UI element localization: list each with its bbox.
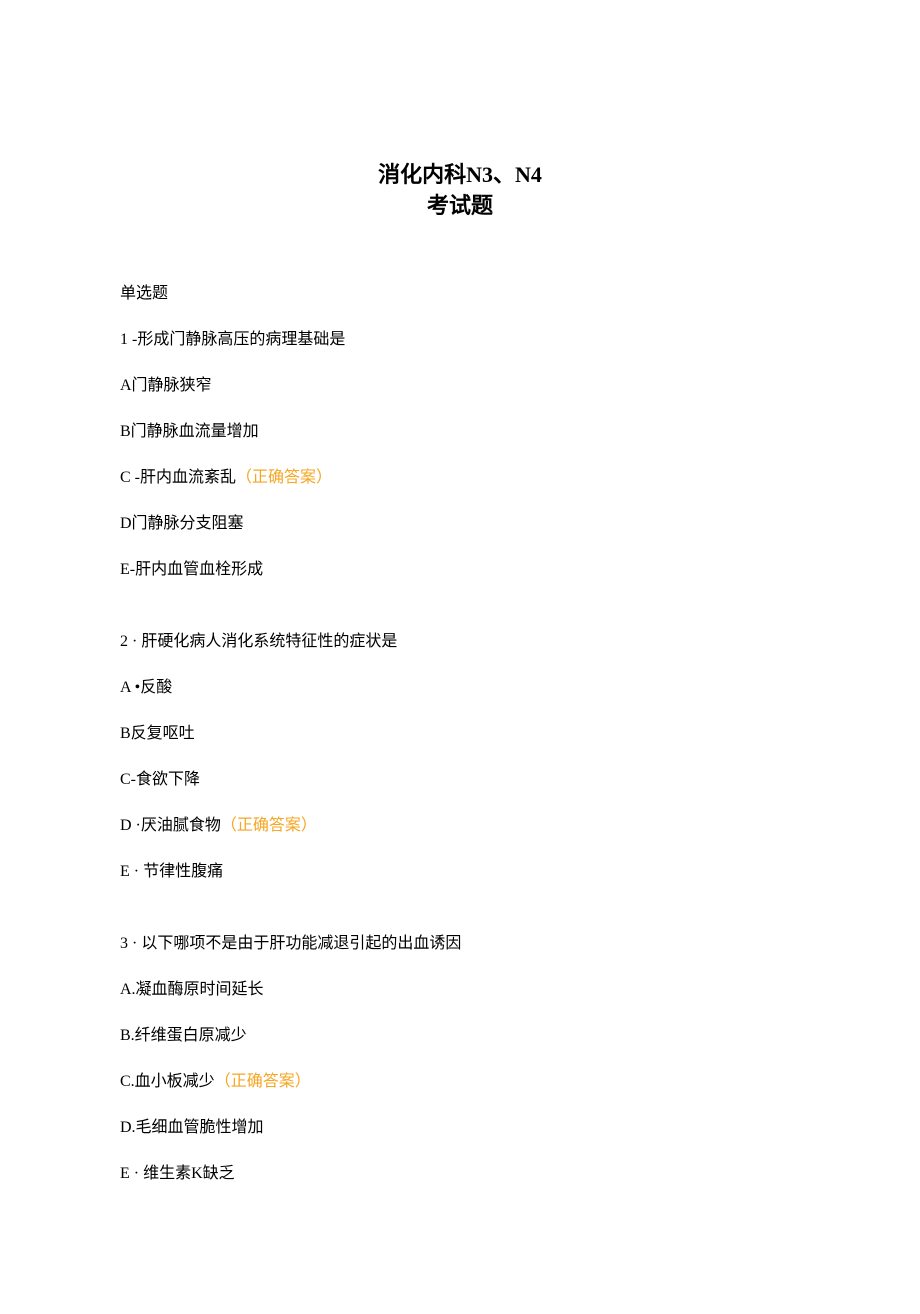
- correct-answer-label: （正确答案）: [215, 1073, 311, 1090]
- title-bold: N3、N4: [466, 162, 542, 187]
- questions-container: 1 -形成门静脉高压的病理基础是 A门静脉狭窄 B门静脉血流量增加 C -肝内血流紊乱…: [120, 328, 800, 1186]
- option-text: D.毛细血管脆性增加: [120, 1119, 264, 1136]
- option-line: D.毛细血管脆性增加: [120, 1116, 800, 1140]
- option-line: A门静脉狭窄: [120, 374, 800, 398]
- option-text: D ·厌油腻食物: [120, 817, 221, 834]
- option-line: E · 维生素K缺乏: [120, 1162, 800, 1186]
- option-text: E · 节律性腹痛: [120, 863, 223, 880]
- document-title: 消化内科N3、N4 考试题: [120, 160, 800, 222]
- correct-answer-label: （正确答案）: [236, 469, 332, 486]
- option-text: C -肝内血流紊乱: [120, 469, 236, 486]
- question-stem: 1 -形成门静脉高压的病理基础是: [120, 328, 800, 352]
- option-line: D ·厌油腻食物（正确答案）: [120, 814, 800, 838]
- option-line: C-食欲下降: [120, 768, 800, 792]
- option-line: A.凝血酶原时间延长: [120, 978, 800, 1002]
- option-text: B门静脉血流量增加: [120, 423, 259, 440]
- question-block: 2 · 肝硬化病人消化系统特征性的症状是 A •反酸 B反复呕吐 C-食欲下降 D ·厌…: [120, 630, 800, 884]
- option-text: E-肝内血管血栓形成: [120, 561, 263, 578]
- option-line: B.纤维蛋白原减少: [120, 1024, 800, 1048]
- option-line: C -肝内血流紊乱（正确答案）: [120, 466, 800, 490]
- option-text: D门静脉分支阻塞: [120, 515, 244, 532]
- option-text: E · 维生素K缺乏: [120, 1165, 235, 1182]
- option-text: A门静脉狭窄: [120, 377, 212, 394]
- question-stem: 3 · 以下哪项不是由于肝功能减退引起的出血诱因: [120, 932, 800, 956]
- question-block: 3 · 以下哪项不是由于肝功能减退引起的出血诱因 A.凝血酶原时间延长 B.纤维蛋白…: [120, 932, 800, 1186]
- title-prefix: 消化内科: [378, 162, 466, 187]
- correct-answer-label: （正确答案）: [221, 817, 317, 834]
- option-line: B反复呕吐: [120, 722, 800, 746]
- option-text: B.纤维蛋白原减少: [120, 1027, 247, 1044]
- option-line: E-肝内血管血栓形成: [120, 558, 800, 582]
- question-block: 1 -形成门静脉高压的病理基础是 A门静脉狭窄 B门静脉血流量增加 C -肝内血流紊乱…: [120, 328, 800, 582]
- option-line: C.血小板减少（正确答案）: [120, 1070, 800, 1094]
- option-line: E · 节律性腹痛: [120, 860, 800, 884]
- question-stem: 2 · 肝硬化病人消化系统特征性的症状是: [120, 630, 800, 654]
- title-line-2: 考试题: [120, 191, 800, 222]
- option-text: C-食欲下降: [120, 771, 200, 788]
- option-line: D门静脉分支阻塞: [120, 512, 800, 536]
- section-label: 单选题: [120, 282, 800, 306]
- option-text: A •反酸: [120, 679, 172, 696]
- option-text: A.凝血酶原时间延长: [120, 981, 264, 998]
- option-line: B门静脉血流量增加: [120, 420, 800, 444]
- option-text: C.血小板减少: [120, 1073, 215, 1090]
- option-line: A •反酸: [120, 676, 800, 700]
- option-text: B反复呕吐: [120, 725, 195, 742]
- title-line-1: 消化内科N3、N4: [120, 160, 800, 191]
